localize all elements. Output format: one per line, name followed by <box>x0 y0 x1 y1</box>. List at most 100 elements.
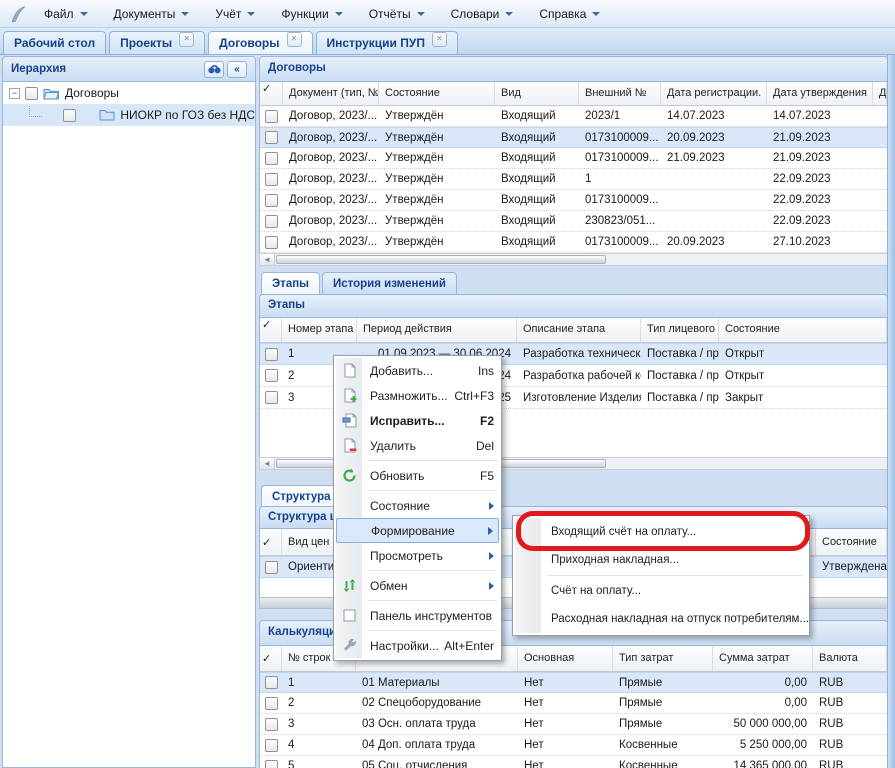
tree-node-niokr[interactable]: НИОКР по ГОЗ без НДС <box>3 104 255 126</box>
row-checkbox[interactable] <box>265 561 278 574</box>
column-external-no[interactable]: Внешний № <box>579 82 661 105</box>
open-folder-icon <box>43 87 60 100</box>
column-reg-date[interactable]: Дата регистрации. <box>661 82 767 105</box>
menu-item-toolbar[interactable]: Панель инструментов <box>336 603 499 628</box>
column-period[interactable]: Период действия <box>357 318 517 342</box>
cell-line-no: 4 <box>282 739 356 751</box>
row-checkbox[interactable] <box>265 110 278 123</box>
right-edge-scroll-strip[interactable] <box>887 55 895 768</box>
menubar-item[interactable]: Функции <box>275 3 348 25</box>
search-binoculars-icon[interactable] <box>204 61 224 78</box>
row-checkbox[interactable] <box>265 760 278 768</box>
submenu-item-incoming-invoice[interactable]: Входящий счёт на оплату... <box>515 518 807 546</box>
scroll-left-icon[interactable]: ◄ <box>260 458 275 469</box>
menubar-item[interactable]: Документы <box>108 3 196 25</box>
column-kind[interactable]: Вид <box>495 82 579 105</box>
row-checkbox[interactable] <box>265 739 278 752</box>
column-date[interactable]: Дата <box>873 82 887 105</box>
chevron-down-icon <box>505 12 513 16</box>
menu-item-refresh[interactable]: Обновить F5 <box>336 463 499 488</box>
column-stage-desc[interactable]: Описание этапа <box>517 318 641 342</box>
menubar-item[interactable]: Учёт <box>209 3 261 25</box>
contract-row[interactable]: Договор, 2023/... Утверждён Входящий 017… <box>260 127 887 148</box>
collapse-panel-icon[interactable]: « <box>227 61 247 78</box>
contract-row[interactable]: Договор, 2023/... Утверждён Входящий 017… <box>260 232 887 253</box>
tab-contracts[interactable]: Договоры ✕ <box>208 31 312 54</box>
row-checkbox[interactable] <box>265 718 278 731</box>
contract-row[interactable]: Договор, 2023/... Утверждён Входящий 1 2… <box>260 169 887 190</box>
calculation-row[interactable]: 2 02 Спецоборудование Нет Прямые 0,00 RU… <box>260 693 887 714</box>
menubar-item[interactable]: Справка <box>533 3 606 25</box>
column-approve-date[interactable]: Дата утверждения <box>767 82 873 105</box>
cell-document: Договор, 2023/... <box>283 194 379 206</box>
column-account-type[interactable]: Тип лицевого счёт <box>641 318 719 342</box>
menu-item-generate[interactable]: Формирование <box>336 518 499 543</box>
menu-item-delete[interactable]: Удалить Del <box>336 433 499 458</box>
contract-row[interactable]: Договор, 2023/... Утверждён Входящий 017… <box>260 190 887 211</box>
menu-separator <box>368 630 497 631</box>
tab-projects[interactable]: Проекты ✕ <box>109 31 205 54</box>
collapse-expander-icon[interactable]: − <box>9 88 20 99</box>
calculation-row[interactable]: 5 05 Соц. отчисления Нет Косвенные 14 36… <box>260 756 887 768</box>
tree-checkbox[interactable] <box>25 87 38 100</box>
row-checkbox[interactable] <box>265 697 278 710</box>
column-document[interactable]: Документ (тип, № <box>283 82 379 105</box>
scroll-left-icon[interactable]: ◄ <box>260 254 275 265</box>
calculation-row[interactable]: 1 01 Материалы Нет Прямые 0,00 RUB <box>260 672 887 693</box>
menu-item-view[interactable]: Просмотреть <box>336 543 499 568</box>
column-check[interactable]: ✓ <box>260 82 283 105</box>
column-state[interactable]: Состояние <box>816 529 887 555</box>
column-main[interactable]: Основная <box>518 646 613 671</box>
menubar-item[interactable]: Файл <box>38 3 94 25</box>
row-checkbox[interactable] <box>265 369 278 382</box>
row-checkbox[interactable] <box>265 152 278 165</box>
column-state[interactable]: Состояние <box>719 318 887 342</box>
menu-item-add[interactable]: Добавить... Ins <box>336 358 499 383</box>
menu-item-edit[interactable]: Исправить... F2 <box>336 408 499 433</box>
cell-cost-sum: 14 365 000,00 <box>713 760 813 768</box>
row-checkbox[interactable] <box>265 391 278 404</box>
submenu-item-invoice[interactable]: Счёт на оплату... <box>515 577 807 605</box>
tree-node-contracts[interactable]: − Договоры <box>3 82 255 104</box>
menu-item-settings[interactable]: Настройки... Alt+Enter <box>336 633 499 658</box>
contract-row[interactable]: Договор, 2023/... Утверждён Входящий 202… <box>260 106 887 127</box>
row-checkbox[interactable] <box>265 194 278 207</box>
menu-item-state[interactable]: Состояние <box>336 493 499 518</box>
contract-row[interactable]: Договор, 2023/... Утверждён Входящий 230… <box>260 211 887 232</box>
tab-instructions[interactable]: Инструкции ПУП ✕ <box>316 31 458 54</box>
column-currency[interactable]: Валюта <box>813 646 887 671</box>
tab-change-history[interactable]: История изменений <box>322 272 457 294</box>
row-checkbox[interactable] <box>265 131 278 144</box>
contract-row[interactable]: Договор, 2023/... Утверждён Входящий 017… <box>260 148 887 169</box>
submenu-item-expense-note[interactable]: Расходная накладная на отпуск потребител… <box>515 605 807 633</box>
close-icon[interactable]: ✕ <box>287 32 302 47</box>
column-state[interactable]: Состояние <box>379 82 495 105</box>
row-checkbox[interactable] <box>265 173 278 186</box>
column-cost-sum[interactable]: Сумма затрат <box>713 646 813 671</box>
submenu-item-receipt-note[interactable]: Приходная накладная... <box>515 546 807 574</box>
column-check[interactable]: ✓ <box>260 529 282 555</box>
close-icon[interactable]: ✕ <box>432 32 447 47</box>
row-checkbox[interactable] <box>265 215 278 228</box>
column-check[interactable]: ✓ <box>260 318 282 342</box>
row-checkbox[interactable] <box>265 348 278 361</box>
tree-checkbox[interactable] <box>63 109 76 122</box>
calculation-row[interactable]: 3 03 Осн. оплата труда Нет Прямые 50 000… <box>260 714 887 735</box>
menubar-item[interactable]: Словари <box>445 3 520 25</box>
menu-item-exchange[interactable]: Обмен <box>336 573 499 598</box>
contracts-hscrollbar[interactable]: ◄ <box>259 253 888 266</box>
menubar-item[interactable]: Отчёты <box>363 3 431 25</box>
column-stage-no[interactable]: Номер этапа <box>282 318 357 342</box>
tab-desktop[interactable]: Рабочий стол <box>3 31 106 54</box>
row-checkbox[interactable] <box>265 236 278 249</box>
scrollbar-thumb[interactable] <box>276 255 606 264</box>
column-cost-type[interactable]: Тип затрат <box>613 646 713 671</box>
calculation-row[interactable]: 4 04 Доп. оплата труда Нет Косвенные 5 2… <box>260 735 887 756</box>
cell-document: Договор, 2023/... <box>283 110 379 122</box>
tab-stages[interactable]: Этапы <box>261 272 320 294</box>
close-icon[interactable]: ✕ <box>179 32 194 47</box>
menu-item-duplicate[interactable]: Размножить... Ctrl+F3 <box>336 383 499 408</box>
menu-separator <box>547 575 803 576</box>
column-check[interactable]: ✓ <box>260 646 282 671</box>
row-checkbox[interactable] <box>265 676 278 689</box>
